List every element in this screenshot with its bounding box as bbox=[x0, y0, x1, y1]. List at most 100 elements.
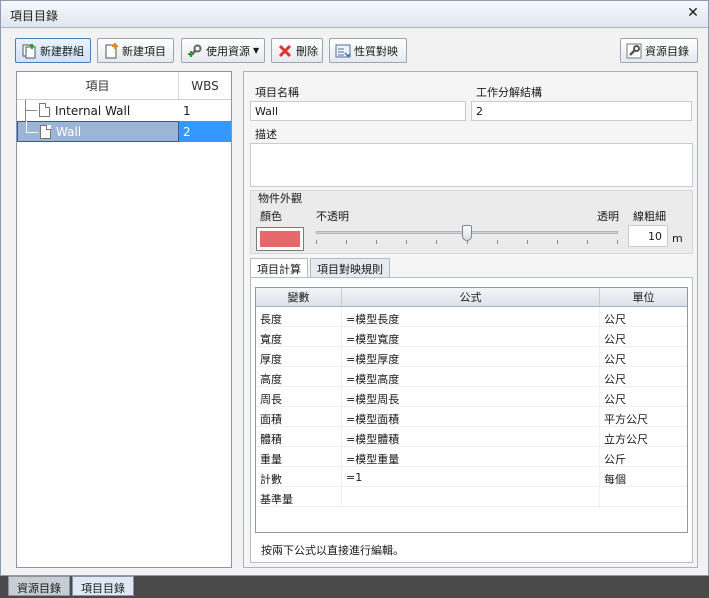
resource-catalog-label: 資源目錄 bbox=[645, 44, 689, 58]
color-picker-button[interactable] bbox=[256, 227, 304, 251]
tree-connector-h bbox=[25, 110, 37, 111]
grid-cell-unit[interactable]: 公尺 bbox=[600, 367, 687, 386]
color-label: 顏色 bbox=[260, 210, 282, 223]
grid-row[interactable]: 寬度 =模型寬度 公尺 bbox=[256, 327, 687, 347]
grid-cell-formula[interactable]: =模型高度 bbox=[342, 367, 600, 386]
grid-cell-variable[interactable]: 長度 bbox=[256, 307, 342, 326]
grid-row[interactable]: 基準量 bbox=[256, 487, 687, 507]
transparency-slider-thumb[interactable] bbox=[462, 225, 472, 241]
tree-col-wbs[interactable]: WBS bbox=[179, 72, 231, 99]
grid-cell-variable[interactable]: 面積 bbox=[256, 407, 342, 426]
resource-catalog-button[interactable]: 資源目錄 bbox=[620, 38, 698, 63]
grid-cell-variable[interactable]: 周長 bbox=[256, 387, 342, 406]
opaque-label: 不透明 bbox=[316, 210, 349, 223]
wbs-label: 工作分解結構 bbox=[476, 86, 542, 99]
grid-cell-unit[interactable] bbox=[600, 487, 687, 506]
new-group-label: 新建群組 bbox=[40, 44, 84, 58]
item-catalog-window: 項目目錄 ✕ 新建群組 新建項目 使用資源 ▼ 刪除 性質對映 資源目錄 項目 … bbox=[0, 0, 709, 576]
delete-icon bbox=[277, 43, 293, 59]
grid-header: 變數 公式 單位 bbox=[256, 288, 687, 307]
grid-cell-variable[interactable]: 寬度 bbox=[256, 327, 342, 346]
tree-item-name: Internal Wall bbox=[55, 103, 131, 118]
grid-cell-variable[interactable]: 基準量 bbox=[256, 487, 342, 506]
grid-row[interactable]: 重量 =模型重量 公斤 bbox=[256, 447, 687, 467]
grid-row[interactable]: 長度 =模型長度 公尺 bbox=[256, 307, 687, 327]
grid-col-variable[interactable]: 變數 bbox=[256, 288, 342, 306]
grid-cell-unit[interactable]: 每個 bbox=[600, 467, 687, 486]
property-mapping-icon bbox=[335, 43, 351, 59]
grid-col-unit[interactable]: 單位 bbox=[600, 288, 687, 306]
new-group-button[interactable]: 新建群組 bbox=[15, 38, 91, 63]
grid-cell-formula[interactable]: =模型寬度 bbox=[342, 327, 600, 346]
tree-connector bbox=[26, 121, 27, 132]
tree-row-internal-wall[interactable]: Internal Wall 1 bbox=[17, 100, 231, 121]
calculation-tab-body: 變數 公式 單位 長度 =模型長度 公尺 寬度 =模型寬度 公尺 厚度 =模型厚度 公尺 高度 =模… bbox=[250, 277, 693, 563]
tab-item-mapping-rules[interactable]: 項目對映規則 bbox=[310, 258, 390, 277]
grid-cell-unit[interactable]: 立方公尺 bbox=[600, 427, 687, 446]
wrench-plus-icon bbox=[187, 43, 203, 59]
grid-cell-variable[interactable]: 厚度 bbox=[256, 347, 342, 366]
new-group-icon bbox=[21, 43, 37, 59]
window-title: 項目目錄 bbox=[10, 9, 59, 23]
new-item-label: 新建項目 bbox=[122, 44, 166, 58]
grid-row[interactable]: 面積 =模型面積 平方公尺 bbox=[256, 407, 687, 427]
description-label: 描述 bbox=[255, 128, 277, 141]
wrench-icon bbox=[626, 43, 642, 59]
property-mapping-button[interactable]: 性質對映 bbox=[329, 38, 407, 63]
grid-cell-unit[interactable]: 平方公尺 bbox=[600, 407, 687, 426]
grid-cell-variable[interactable]: 重量 bbox=[256, 447, 342, 466]
tab-item-catalog[interactable]: 項目目錄 bbox=[72, 576, 134, 596]
grid-cell-formula[interactable]: =模型周長 bbox=[342, 387, 600, 406]
toolbar: 新建群組 新建項目 使用資源 ▼ 刪除 性質對映 資源目錄 bbox=[1, 28, 708, 68]
new-item-icon bbox=[103, 42, 119, 59]
detail-tabs: 項目計算 項目對映規則 bbox=[250, 258, 392, 278]
grid-col-formula[interactable]: 公式 bbox=[342, 288, 600, 306]
grid-cell-unit[interactable]: 公斤 bbox=[600, 447, 687, 466]
grid-cell-formula[interactable] bbox=[342, 487, 600, 506]
grid-cell-unit[interactable]: 公尺 bbox=[600, 307, 687, 326]
wbs-field[interactable]: 2 bbox=[471, 101, 692, 121]
transparent-label: 透明 bbox=[597, 210, 619, 223]
tree-item-wbs: 2 bbox=[179, 121, 231, 142]
formula-grid: 變數 公式 單位 長度 =模型長度 公尺 寬度 =模型寬度 公尺 厚度 =模型厚度 公尺 高度 =模… bbox=[255, 287, 688, 533]
color-swatch bbox=[260, 231, 300, 247]
document-icon bbox=[40, 125, 51, 139]
tab-resource-catalog[interactable]: 資源目錄 bbox=[8, 576, 70, 596]
grid-cell-formula[interactable]: =模型厚度 bbox=[342, 347, 600, 366]
tab-item-calculation[interactable]: 項目計算 bbox=[250, 258, 308, 278]
item-detail-panel: 項目名稱 Wall 工作分解結構 2 描述 物件外觀 顏色 不透明 透明 線粗細… bbox=[243, 71, 698, 568]
grid-cell-formula[interactable]: =模型體積 bbox=[342, 427, 600, 446]
grid-cell-variable[interactable]: 高度 bbox=[256, 367, 342, 386]
grid-cell-unit[interactable]: 公尺 bbox=[600, 347, 687, 366]
delete-label: 刪除 bbox=[296, 44, 318, 58]
edit-hint: 按兩下公式以直接進行編輯。 bbox=[261, 544, 404, 557]
tree-row-wall[interactable]: Wall 2 bbox=[17, 121, 231, 142]
tree-row-name-cell: Wall bbox=[17, 121, 179, 142]
grid-cell-variable[interactable]: 計數 bbox=[256, 467, 342, 486]
tree-col-item[interactable]: 項目 bbox=[17, 72, 179, 99]
item-tree-panel: 項目 WBS Internal Wall 1 Wall 2 bbox=[16, 71, 232, 568]
grid-row[interactable]: 體積 =模型體積 立方公尺 bbox=[256, 427, 687, 447]
delete-button[interactable]: 刪除 bbox=[271, 38, 323, 63]
grid-row[interactable]: 計數 =1 每個 bbox=[256, 467, 687, 487]
grid-cell-formula[interactable]: =模型重量 bbox=[342, 447, 600, 466]
grid-cell-formula[interactable]: =模型長度 bbox=[342, 307, 600, 326]
grid-cell-variable[interactable]: 體積 bbox=[256, 427, 342, 446]
tree-connector-h bbox=[26, 132, 38, 133]
grid-row[interactable]: 周長 =模型周長 公尺 bbox=[256, 387, 687, 407]
item-name-field[interactable]: Wall bbox=[250, 101, 466, 121]
grid-body: 長度 =模型長度 公尺 寬度 =模型寬度 公尺 厚度 =模型厚度 公尺 高度 =模型高度 公尺 周長 =模… bbox=[256, 307, 687, 507]
description-field[interactable] bbox=[250, 143, 693, 187]
close-icon[interactable]: ✕ bbox=[684, 4, 702, 22]
grid-row[interactable]: 高度 =模型高度 公尺 bbox=[256, 367, 687, 387]
new-item-button[interactable]: 新建項目 bbox=[97, 38, 174, 63]
grid-row[interactable]: 厚度 =模型厚度 公尺 bbox=[256, 347, 687, 367]
grid-cell-formula[interactable]: =模型面積 bbox=[342, 407, 600, 426]
line-width-input[interactable]: 10 bbox=[628, 225, 668, 247]
grid-cell-unit[interactable]: 公尺 bbox=[600, 327, 687, 346]
appearance-title: 物件外觀 bbox=[258, 192, 302, 205]
line-width-unit: m bbox=[672, 232, 683, 245]
use-resource-button[interactable]: 使用資源 ▼ bbox=[181, 38, 265, 63]
grid-cell-unit[interactable]: 公尺 bbox=[600, 387, 687, 406]
grid-cell-formula[interactable]: =1 bbox=[342, 467, 600, 486]
